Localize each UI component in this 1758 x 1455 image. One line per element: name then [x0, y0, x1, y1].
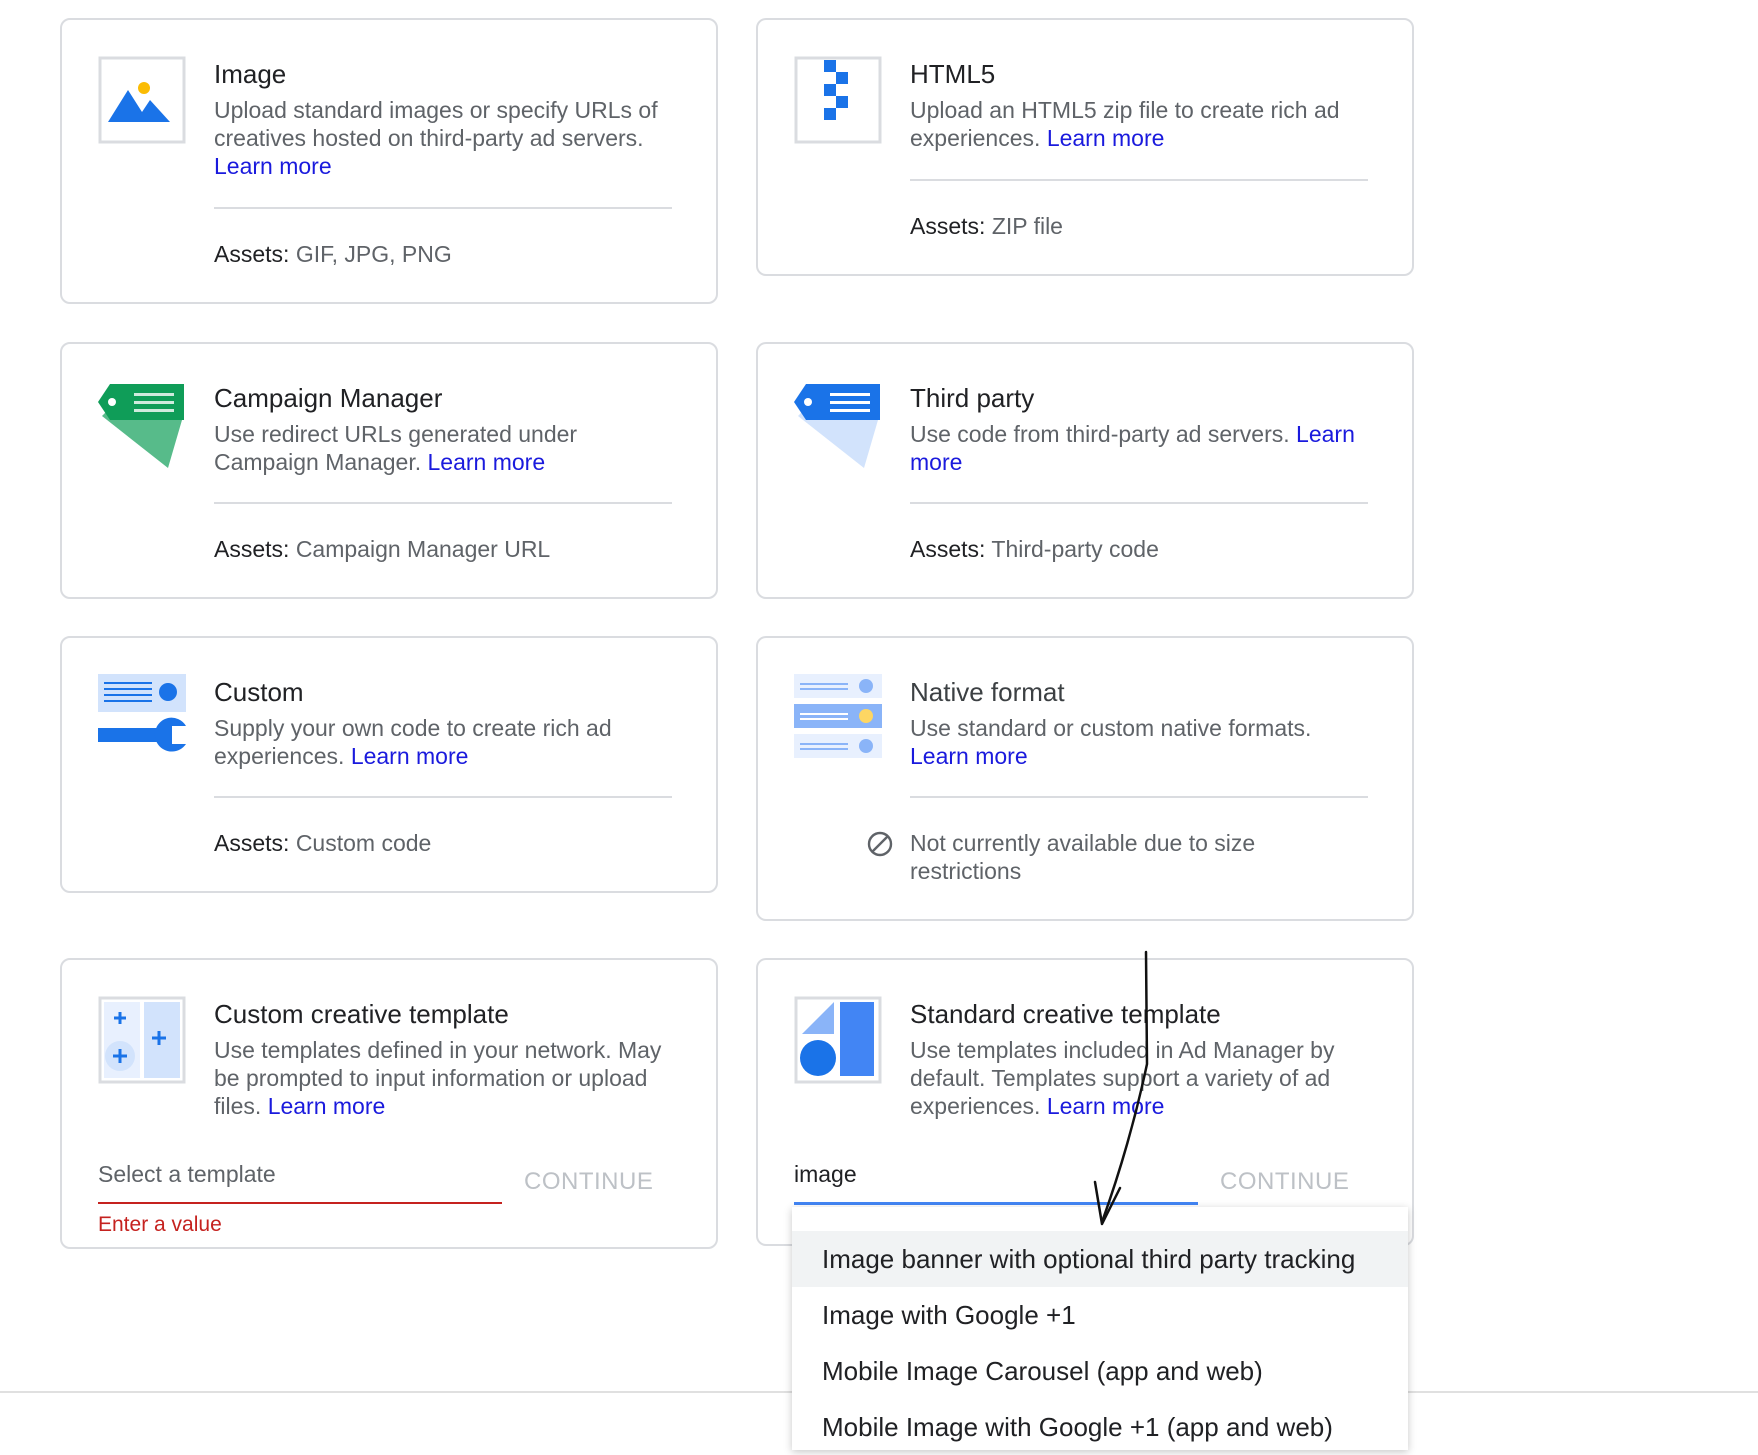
zip-file-icon [794, 56, 882, 144]
divider [910, 502, 1368, 504]
card-title: Third party [910, 383, 1035, 413]
learn-more-link[interactable]: Learn more [428, 449, 546, 475]
html5-card[interactable]: HTML5 Upload an HTML5 zip file to create… [756, 18, 1414, 276]
error-message: Enter a value [98, 1213, 222, 1236]
card-description: Use code from third-party ad servers. Le… [910, 421, 1355, 475]
learn-more-link[interactable]: Learn more [351, 743, 469, 769]
template-dropdown: Image banner with optional third party t… [792, 1207, 1408, 1450]
card-description: Upload standard images or specify URLs o… [214, 97, 658, 179]
divider [214, 207, 672, 209]
card-title: Campaign Manager [214, 383, 443, 413]
learn-more-link[interactable]: Learn more [214, 153, 332, 179]
custom-card[interactable]: Custom Supply your own code to create ri… [60, 636, 718, 893]
assets-info: Assets: Third-party code [910, 536, 1159, 562]
not-available-message: Not currently available due to size rest… [910, 830, 1256, 884]
annotation-arrow [1093, 950, 1149, 1226]
dropdown-option[interactable]: Mobile Image Carousel (app and web) [792, 1343, 1408, 1399]
dropdown-option[interactable]: Mobile Image with Google +1 (app and web… [792, 1399, 1408, 1455]
divider [214, 502, 672, 504]
continue-button[interactable]: CONTINUE [524, 1168, 653, 1196]
custom-code-icon [98, 674, 186, 762]
learn-more-link[interactable]: Learn more [1047, 125, 1165, 151]
template-plus-icon [98, 996, 186, 1084]
campaign-manager-card[interactable]: Campaign Manager Use redirect URLs gener… [60, 342, 718, 599]
assets-info: Assets: Custom code [214, 830, 432, 856]
card-description: Supply your own code to create rich ad e… [214, 715, 612, 769]
dropdown-option[interactable]: Image with Google +1 [792, 1287, 1408, 1343]
image-card[interactable]: Image Upload standard images or specify … [60, 18, 718, 304]
native-format-card: Native format Use standard or custom nat… [756, 636, 1414, 921]
assets-info: Assets: ZIP file [910, 213, 1063, 239]
card-description: Upload an HTML5 zip file to create rich … [910, 97, 1340, 151]
card-title: Image [214, 59, 287, 89]
image-icon [98, 56, 186, 144]
dropdown-option[interactable]: Image banner with optional third party t… [792, 1231, 1408, 1287]
card-title: Custom [214, 677, 304, 707]
card-title: Custom creative template [214, 999, 509, 1029]
divider [214, 796, 672, 798]
learn-more-link[interactable]: Learn more [910, 743, 1028, 769]
third-party-card[interactable]: Third party Use code from third-party ad… [756, 342, 1414, 599]
green-tag-icon [98, 380, 186, 468]
standard-template-icon [794, 996, 882, 1084]
continue-button[interactable]: CONTINUE [1220, 1168, 1349, 1196]
card-description: Use redirect URLs generated under Campai… [214, 421, 578, 475]
learn-more-link[interactable]: Learn more [268, 1093, 386, 1119]
custom-creative-template-card[interactable]: Custom creative template Use templates d… [60, 958, 718, 1249]
card-title: Standard creative template [910, 999, 1221, 1029]
card-title: HTML5 [910, 59, 996, 89]
native-format-icon [794, 674, 882, 762]
divider [910, 179, 1368, 181]
assets-info: Assets: GIF, JPG, PNG [214, 241, 452, 267]
blue-tag-icon [794, 380, 882, 468]
card-description: Use templates defined in your network. M… [214, 1037, 662, 1119]
template-select-input[interactable]: Select a template [98, 1160, 502, 1204]
card-title: Native format [910, 677, 1065, 707]
divider [910, 796, 1368, 798]
card-description: Use standard or custom native formats. L… [910, 715, 1312, 769]
block-icon [866, 830, 894, 858]
assets-info: Assets: Campaign Manager URL [214, 536, 551, 562]
